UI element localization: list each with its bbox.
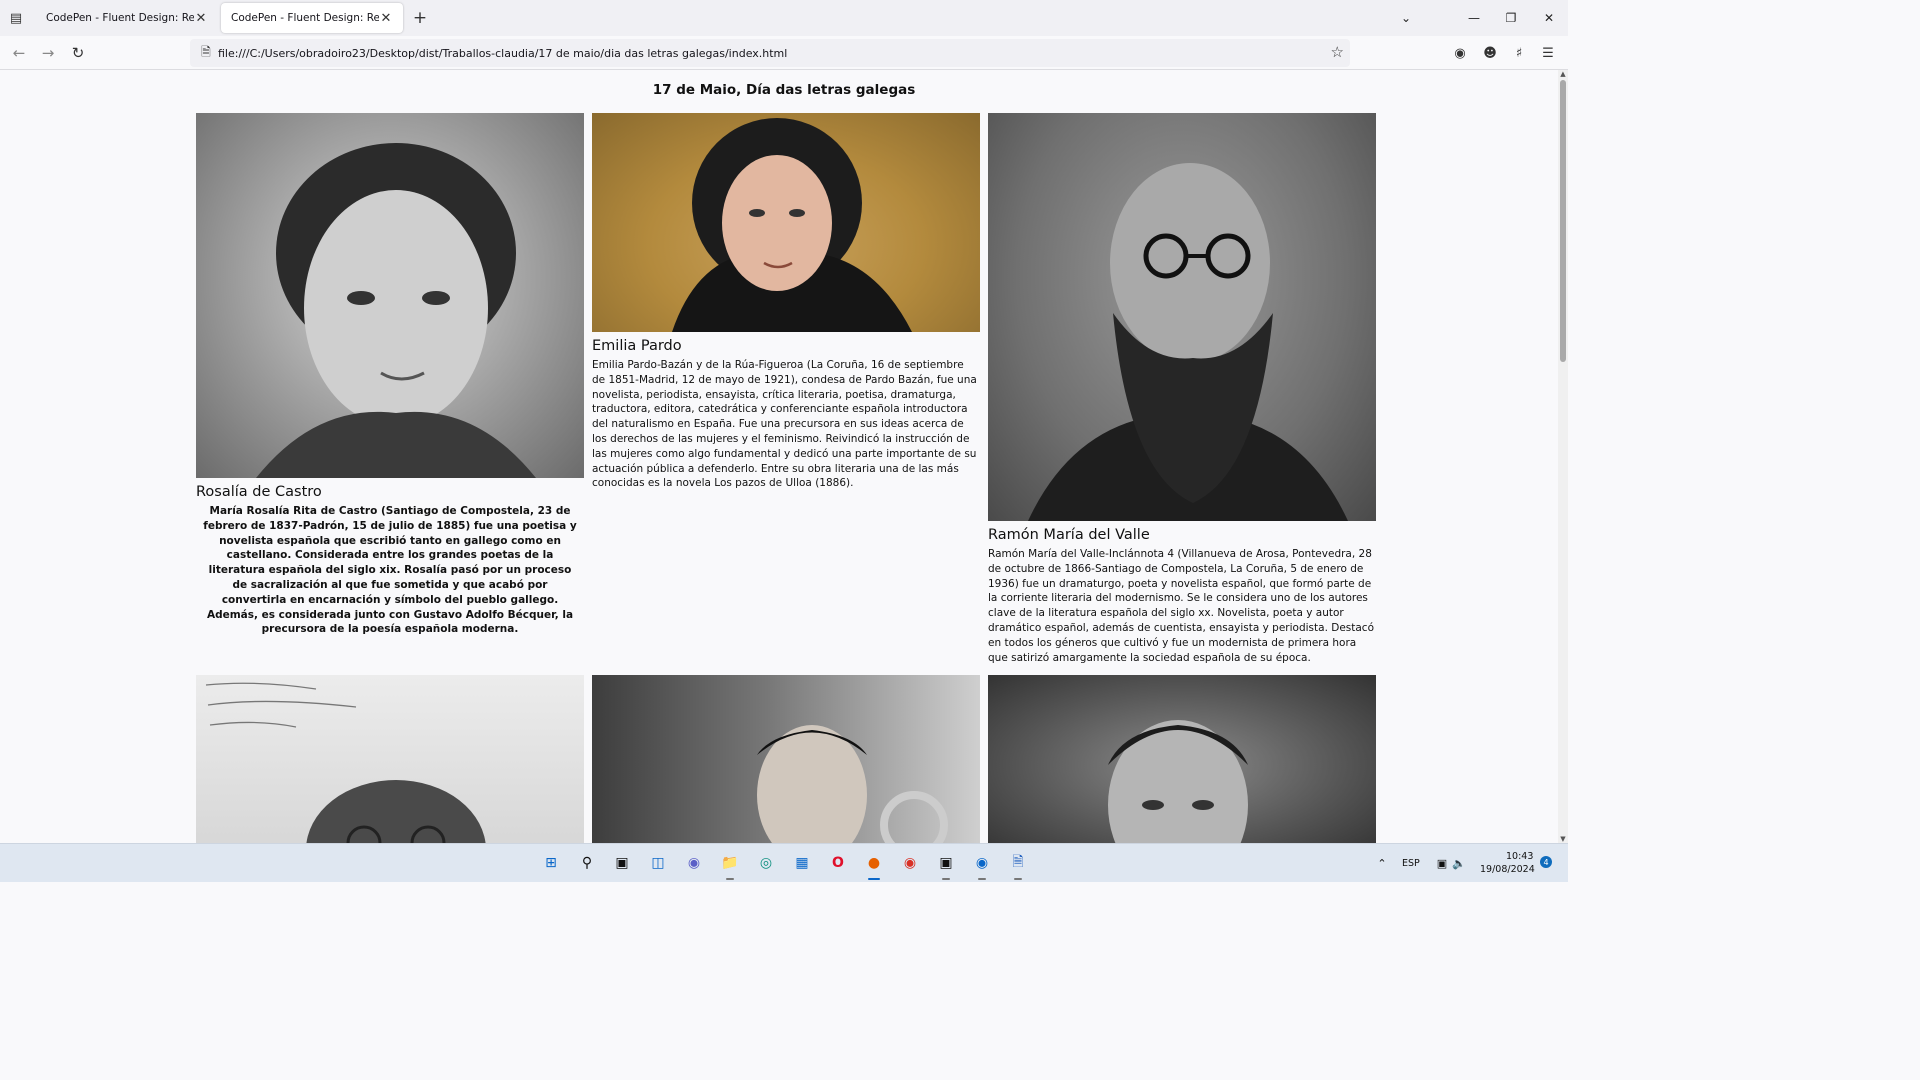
- navigation-bar: ← → ↻ 🗎 file:///C:/Users/obradoiro23/Des…: [0, 36, 1568, 70]
- teams-chat-icon[interactable]: ◉: [682, 851, 706, 875]
- code-editor-icon[interactable]: ▣: [934, 851, 958, 880]
- document-icon[interactable]: 🗎: [1006, 851, 1030, 880]
- scroll-up-icon[interactable]: ▲: [1558, 70, 1568, 78]
- author-bio: Emilia Pardo-Bazán y de la Rúa-Figueroa …: [592, 359, 977, 490]
- firefox-icon[interactable]: ●: [862, 851, 886, 880]
- portrait-image: [196, 113, 584, 478]
- taskbar: ⊞ ⚲ ▣ ◫ ◉ 📁 ◎ ▦ O ● ◉ ▣ ◉ 🗎 ⌃ ESP ▣ 🔈 10…: [0, 843, 1568, 882]
- file-icon: 🗎: [201, 44, 211, 59]
- close-window-icon[interactable]: ✕: [1537, 6, 1561, 30]
- page-content: 17 de Maio, Día das letras galegas Rosal…: [0, 70, 1558, 843]
- author-name: Ramón María del Valle: [988, 527, 1150, 543]
- url-text[interactable]: file:///C:/Users/obradoiro23/Desktop/dis…: [218, 47, 787, 60]
- search-icon[interactable]: ⚲: [575, 851, 599, 875]
- store-icon[interactable]: ▦: [790, 851, 814, 875]
- author-bio: Ramón María del Valle-Inclánnota 4 (Vill…: [988, 548, 1375, 664]
- minimize-icon[interactable]: —: [1462, 6, 1486, 30]
- tab-strip: ▤ CodePen - Fluent Design: Rebuild ✕ Cod…: [0, 0, 1568, 36]
- scroll-down-icon[interactable]: ▼: [1558, 835, 1568, 843]
- chevron-up-icon[interactable]: ⌃: [1370, 851, 1394, 875]
- tab-list-icon[interactable]: ▤: [4, 6, 28, 30]
- author-bio: María Rosalía Rita de Castro (Santiago d…: [203, 505, 577, 636]
- portrait-image: [988, 675, 1376, 843]
- notification-badge[interactable]: 4: [1540, 856, 1552, 868]
- portrait-illustration: [1108, 720, 1248, 843]
- language-indicator[interactable]: ESP: [1402, 858, 1420, 869]
- address-bar[interactable]: 🗎 file:///C:/Users/obradoiro23/Desktop/d…: [190, 39, 1350, 67]
- author-card-row2-2: [592, 675, 980, 843]
- clock-date[interactable]: 19/08/2024: [1480, 864, 1535, 875]
- portrait-image: [196, 675, 584, 843]
- windows-start-icon[interactable]: ⊞: [539, 851, 563, 875]
- close-icon[interactable]: ✕: [379, 11, 393, 26]
- account-icon[interactable]: ☻: [1478, 41, 1502, 65]
- volume-icon[interactable]: 🔈: [1447, 851, 1471, 875]
- chrome-icon[interactable]: ◉: [898, 851, 922, 875]
- forward-icon[interactable]: →: [36, 41, 60, 65]
- app-icon[interactable]: ◉: [970, 851, 994, 880]
- new-tab-icon[interactable]: +: [410, 8, 430, 28]
- author-card-row2-1: [196, 675, 584, 843]
- task-view-icon[interactable]: ▣: [610, 851, 634, 875]
- back-icon[interactable]: ←: [7, 41, 31, 65]
- scroll-thumb[interactable]: [1560, 80, 1566, 362]
- page-scrollbar[interactable]: ▲ ▼: [1558, 70, 1568, 843]
- portrait-illustration: [1028, 163, 1348, 521]
- tab-title: CodePen - Fluent Design: Rebuild: [231, 12, 379, 24]
- bookmark-star-icon[interactable]: ☆: [1331, 43, 1344, 61]
- widgets-icon[interactable]: ◫: [646, 851, 670, 875]
- restore-icon[interactable]: ❐: [1499, 6, 1523, 30]
- edge-icon[interactable]: ◎: [754, 851, 778, 875]
- portrait-illustration: [256, 143, 536, 478]
- portrait-illustration: [757, 725, 948, 843]
- portrait-illustration: [672, 118, 912, 332]
- author-card-rosalia: Rosalía de Castro María Rosalía Rita de …: [196, 113, 584, 637]
- opera-icon[interactable]: O: [826, 851, 850, 875]
- tab-codepen-1[interactable]: CodePen - Fluent Design: Rebuild ✕: [36, 3, 218, 33]
- author-card-emilia: Emilia Pardo Emilia Pardo-Bazán y de la …: [592, 113, 980, 491]
- pocket-icon[interactable]: ◉: [1448, 41, 1472, 65]
- menu-icon[interactable]: ☰: [1536, 41, 1560, 65]
- extensions-icon[interactable]: ♯: [1507, 41, 1531, 65]
- chevron-down-icon[interactable]: ⌄: [1394, 6, 1418, 30]
- tab-codepen-2[interactable]: CodePen - Fluent Design: Rebuild ✕: [221, 3, 403, 33]
- author-name: Rosalía de Castro: [196, 484, 322, 500]
- file-explorer-icon[interactable]: 📁: [718, 851, 742, 880]
- portrait-illustration: [205, 682, 486, 843]
- portrait-image: [592, 113, 980, 332]
- author-name: Emilia Pardo: [592, 338, 682, 354]
- author-card-ramon: Ramón María del Valle Ramón María del Va…: [988, 113, 1376, 665]
- portrait-image: [988, 113, 1376, 521]
- close-icon[interactable]: ✕: [194, 11, 208, 26]
- tab-title: CodePen - Fluent Design: Rebuild: [46, 12, 194, 24]
- reload-icon[interactable]: ↻: [66, 41, 90, 65]
- clock-time[interactable]: 10:43: [1506, 851, 1533, 862]
- page-title: 17 de Maio, Día das letras galegas: [652, 82, 916, 98]
- portrait-image: [592, 675, 980, 843]
- author-card-row2-3: [988, 675, 1376, 843]
